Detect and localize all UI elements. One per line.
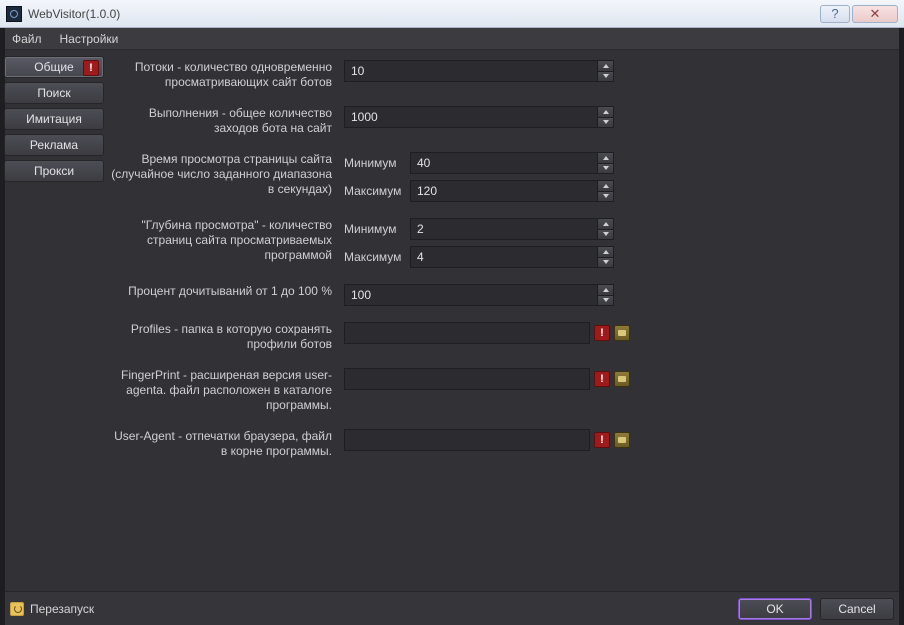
- form-area: Потоки - количество одновременно просмат…: [108, 50, 904, 591]
- ok-button[interactable]: OK: [738, 598, 812, 620]
- help-button[interactable]: ?: [820, 5, 850, 23]
- useragent-label: User-Agent - отпечатки браузера, файл в …: [108, 429, 344, 459]
- browse-button[interactable]: [614, 432, 630, 448]
- viewtime-min-spinner[interactable]: [410, 152, 614, 174]
- sidebar-item-imitation[interactable]: Имитация: [4, 108, 104, 130]
- viewtime-min-input[interactable]: [410, 152, 598, 174]
- sidebar-item-label: Общие: [34, 60, 73, 74]
- fingerprint-input[interactable]: [344, 368, 590, 390]
- readpct-spinner[interactable]: [344, 284, 614, 306]
- spin-down-icon[interactable]: [598, 258, 613, 268]
- useragent-input[interactable]: [344, 429, 590, 451]
- sidebar-item-search[interactable]: Поиск: [4, 82, 104, 104]
- menu-settings[interactable]: Настройки: [56, 30, 123, 48]
- depth-min-input[interactable]: [410, 218, 598, 240]
- app-icon: [6, 6, 22, 22]
- warning-icon: !: [594, 325, 610, 341]
- footer: Перезапуск OK Cancel: [0, 591, 904, 625]
- window-title: WebVisitor(1.0.0): [28, 7, 120, 21]
- threads-spinner[interactable]: [344, 60, 614, 82]
- depth-max-input[interactable]: [410, 246, 598, 268]
- spin-down-icon[interactable]: [598, 192, 613, 202]
- sidebar-item-label: Поиск: [37, 86, 70, 100]
- spin-down-icon[interactable]: [598, 72, 613, 82]
- min-label: Минимум: [344, 222, 404, 236]
- profiles-label: Profiles - папка в которую сохранять про…: [108, 322, 344, 352]
- warning-icon: !: [594, 432, 610, 448]
- browse-button[interactable]: [614, 325, 630, 341]
- viewtime-max-input[interactable]: [410, 180, 598, 202]
- menu-file[interactable]: Файл: [8, 30, 46, 48]
- close-button[interactable]: ✕: [852, 5, 898, 23]
- max-label: Максимум: [344, 184, 404, 198]
- spin-up-icon[interactable]: [598, 285, 613, 296]
- spin-up-icon[interactable]: [598, 153, 613, 164]
- spin-down-icon[interactable]: [598, 296, 613, 306]
- restart-icon: [10, 602, 24, 616]
- threads-input[interactable]: [344, 60, 598, 82]
- runs-spinner[interactable]: [344, 106, 614, 128]
- profiles-input[interactable]: [344, 322, 590, 344]
- min-label: Минимум: [344, 156, 404, 170]
- warning-icon: !: [83, 60, 99, 76]
- spin-down-icon[interactable]: [598, 164, 613, 174]
- spin-up-icon[interactable]: [598, 247, 613, 258]
- runs-label: Выполнения - общее количество заходов бо…: [108, 106, 344, 136]
- viewtime-label: Время просмотра страницы сайта (случайно…: [108, 152, 344, 197]
- spin-up-icon[interactable]: [598, 61, 613, 72]
- runs-input[interactable]: [344, 106, 598, 128]
- sidebar-item-ads[interactable]: Реклама: [4, 134, 104, 156]
- restart-button[interactable]: Перезапуск: [10, 602, 94, 616]
- depth-min-spinner[interactable]: [410, 218, 614, 240]
- readpct-input[interactable]: [344, 284, 598, 306]
- depth-max-spinner[interactable]: [410, 246, 614, 268]
- spin-down-icon[interactable]: [598, 118, 613, 128]
- sidebar-item-label: Прокси: [34, 164, 74, 178]
- menubar: Файл Настройки: [0, 28, 904, 50]
- sidebar: Общие ! Поиск Имитация Реклама Прокси: [0, 50, 108, 591]
- spin-up-icon[interactable]: [598, 219, 613, 230]
- sidebar-item-general[interactable]: Общие !: [4, 56, 104, 78]
- sidebar-item-label: Реклама: [30, 138, 78, 152]
- sidebar-item-proxy[interactable]: Прокси: [4, 160, 104, 182]
- readpct-label: Процент дочитываний от 1 до 100 %: [108, 284, 344, 299]
- fingerprint-label: FingerPrint - расширеная версия user-age…: [108, 368, 344, 413]
- spin-down-icon[interactable]: [598, 230, 613, 240]
- sidebar-item-label: Имитация: [26, 112, 82, 126]
- threads-label: Потоки - количество одновременно просмат…: [108, 60, 344, 90]
- max-label: Максимум: [344, 250, 404, 264]
- warning-icon: !: [594, 371, 610, 387]
- viewtime-max-spinner[interactable]: [410, 180, 614, 202]
- depth-label: "Глубина просмотра" - количество страниц…: [108, 218, 344, 263]
- restart-label: Перезапуск: [30, 602, 94, 616]
- spin-up-icon[interactable]: [598, 181, 613, 192]
- cancel-button[interactable]: Cancel: [820, 598, 894, 620]
- titlebar: WebVisitor(1.0.0) ? ✕: [0, 0, 904, 28]
- spin-up-icon[interactable]: [598, 107, 613, 118]
- browse-button[interactable]: [614, 371, 630, 387]
